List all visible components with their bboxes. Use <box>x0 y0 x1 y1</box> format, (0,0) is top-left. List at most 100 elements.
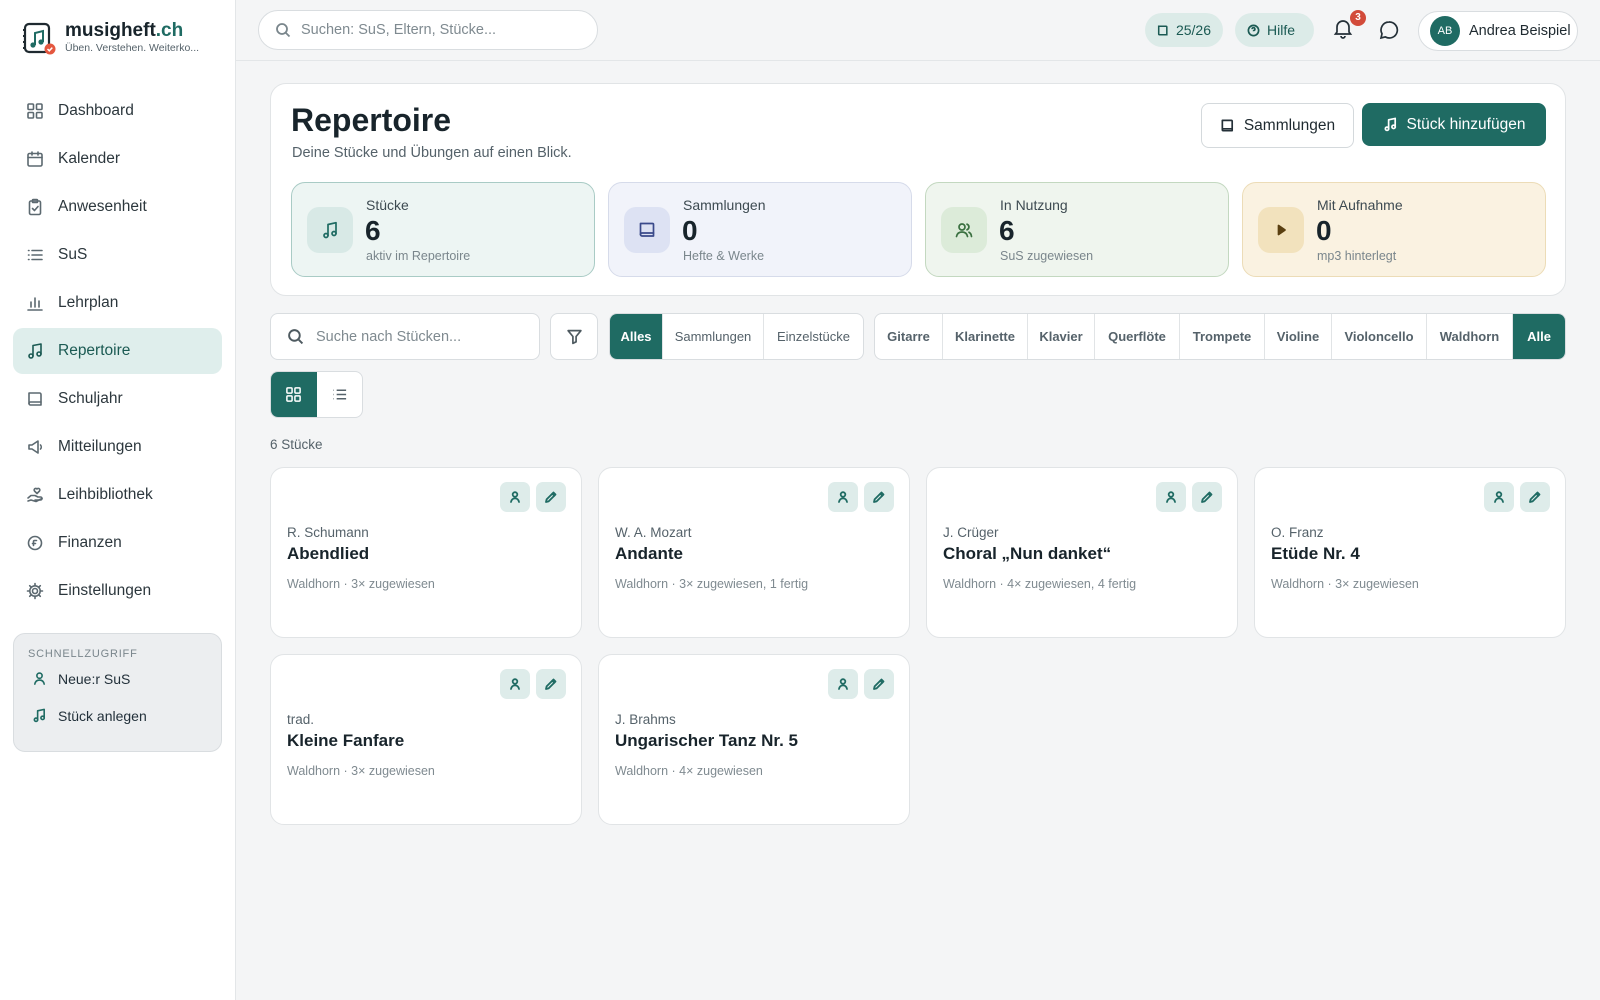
piece-title: Ungarischer Tanz Nr. 5 <box>615 731 798 750</box>
quick-access-panel: SCHNELLZUGRIFF Neue:r SuS Stück anlegen <box>13 633 222 752</box>
edit-piece-button[interactable] <box>536 669 566 699</box>
play-icon <box>1277 224 1286 236</box>
global-search-input[interactable] <box>301 22 571 38</box>
piece-composer: W. A. Mozart <box>615 525 692 540</box>
piece-card[interactable]: W. A. Mozart Andante Waldhorn · 3× zugew… <box>598 467 910 638</box>
edit-piece-button[interactable] <box>864 482 894 512</box>
piece-search[interactable] <box>270 313 540 360</box>
sidebar-item-leihbibliothek[interactable]: Leihbibliothek <box>13 472 222 518</box>
edit-piece-button[interactable] <box>1192 482 1222 512</box>
instrument-option-querfloete[interactable]: Querflöte <box>1095 314 1180 359</box>
hand-heart-icon <box>27 487 43 503</box>
instrument-option-alle[interactable]: Alle <box>1513 314 1565 359</box>
piece-count: 6 Stücke <box>270 437 323 452</box>
quick-add-piece[interactable]: Stück anlegen <box>14 697 221 734</box>
assign-student-button[interactable] <box>1156 482 1186 512</box>
quick-item-label: Neue:r SuS <box>58 670 131 687</box>
music-note-icon <box>1384 117 1396 132</box>
filter-button[interactable] <box>550 313 598 360</box>
instrument-option-gitarre[interactable]: Gitarre <box>875 314 943 359</box>
piece-title: Kleine Fanfare <box>287 731 405 750</box>
messages-button[interactable] <box>1378 19 1400 46</box>
assign-student-button[interactable] <box>500 669 530 699</box>
instrument-option-trompete[interactable]: Trompete <box>1180 314 1265 359</box>
edit-piece-button[interactable] <box>1520 482 1550 512</box>
user-menu[interactable]: AB Andrea Beispiel <box>1418 11 1578 51</box>
grid-icon <box>286 387 302 402</box>
piece-title: Etüde Nr. 4 <box>1271 544 1360 563</box>
sidebar-item-mitteilungen[interactable]: Mitteilungen <box>13 424 222 470</box>
stat-subtext: mp3 hinterlegt <box>1317 249 1397 263</box>
calendar-icon <box>27 151 43 167</box>
sidebar-item-kalender[interactable]: Kalender <box>13 136 222 182</box>
bar-chart-icon <box>27 297 43 311</box>
brand[interactable]: musigheft.ch Üben. Verstehen. Weiterko..… <box>22 20 210 55</box>
instrument-option-violine[interactable]: Violine <box>1265 314 1332 359</box>
music-note-icon <box>33 708 46 723</box>
piece-card[interactable]: O. Franz Etüde Nr. 4 Waldhorn · 3× zugew… <box>1254 467 1566 638</box>
edit-piece-button[interactable] <box>864 669 894 699</box>
user-icon <box>1494 491 1504 503</box>
instrument-option-klavier[interactable]: Klavier <box>1028 314 1095 359</box>
instrument-option-klarinette[interactable]: Klarinette <box>943 314 1028 359</box>
pencil-icon <box>1201 491 1213 503</box>
global-search[interactable] <box>258 10 598 50</box>
sidebar-item-sus[interactable]: SuS <box>13 232 222 278</box>
piece-card[interactable]: J. Brahms Ungarischer Tanz Nr. 5 Waldhor… <box>598 654 910 825</box>
book-icon <box>1157 24 1168 36</box>
edit-piece-button[interactable] <box>536 482 566 512</box>
chat-bubble-icon <box>1379 21 1399 40</box>
instrument-option-waldhorn[interactable]: Waldhorn <box>1427 314 1513 359</box>
assign-student-button[interactable] <box>828 669 858 699</box>
piece-meta: Waldhorn · 3× zugewiesen <box>287 577 435 591</box>
sidebar-item-lehrplan[interactable]: Lehrplan <box>13 280 222 326</box>
coin-icon <box>27 535 43 551</box>
type-option-sammlungen[interactable]: Sammlungen <box>663 314 764 359</box>
stat-card-collections: Sammlungen 0 Hefte & Werke <box>608 182 912 277</box>
quick-access-title: SCHNELLZUGRIFF <box>28 648 138 660</box>
brand-logo-icon <box>22 21 56 55</box>
help-label: Hilfe <box>1267 22 1296 38</box>
piece-title: Abendlied <box>287 544 370 563</box>
sidebar-item-finanzen[interactable]: Finanzen <box>13 520 222 566</box>
piece-card[interactable]: trad. Kleine Fanfare Waldhorn · 3× zugew… <box>270 654 582 825</box>
piece-composer: O. Franz <box>1271 525 1324 540</box>
stat-value: 0 <box>682 215 698 246</box>
type-option-alles[interactable]: Alles <box>610 314 663 359</box>
school-year-badge[interactable]: 25/26 <box>1145 13 1223 47</box>
music-note-icon <box>28 343 42 359</box>
assign-student-button[interactable] <box>828 482 858 512</box>
sidebar-item-repertoire[interactable]: Repertoire <box>13 328 222 374</box>
user-icon <box>510 678 520 690</box>
sidebar-item-einstellungen[interactable]: Einstellungen <box>13 568 222 614</box>
assign-student-button[interactable] <box>500 482 530 512</box>
piece-card[interactable]: R. Schumann Abendlied Waldhorn · 3× zuge… <box>270 467 582 638</box>
grid-view-button[interactable] <box>271 372 317 417</box>
piece-meta: Waldhorn · 3× zugewiesen <box>287 764 435 778</box>
sidebar-item-label: Anwesenheit <box>58 198 147 215</box>
collections-button-label: Sammlungen <box>1243 116 1336 134</box>
sidebar-item-dashboard[interactable]: Dashboard <box>13 88 222 134</box>
sidebar-item-label: Mitteilungen <box>58 438 142 455</box>
quick-new-student[interactable]: Neue:r SuS <box>14 660 221 697</box>
quick-item-label: Stück anlegen <box>58 707 147 724</box>
piece-search-input[interactable] <box>316 328 516 345</box>
gear-icon <box>26 582 44 600</box>
list-view-button[interactable] <box>317 372 363 417</box>
search-icon <box>276 23 291 38</box>
music-note-icon <box>323 221 337 239</box>
collections-button[interactable]: Sammlungen <box>1201 103 1354 148</box>
instrument-option-violoncello[interactable]: Violoncello <box>1332 314 1427 359</box>
sidebar-item-anwesenheit[interactable]: Anwesenheit <box>13 184 222 230</box>
help-button[interactable]: Hilfe <box>1235 13 1314 47</box>
grid-icon <box>27 103 43 119</box>
sidebar-item-schuljahr[interactable]: Schuljahr <box>13 376 222 422</box>
type-option-einzelstuecke[interactable]: Einzelstücke <box>764 314 863 359</box>
type-filter-segment: Alles Sammlungen Einzelstücke <box>609 313 864 360</box>
stat-card-in-use: In Nutzung 6 SuS zugewiesen <box>925 182 1229 277</box>
list-icon <box>27 249 43 261</box>
add-piece-button[interactable]: Stück hinzufügen <box>1362 103 1546 146</box>
assign-student-button[interactable] <box>1484 482 1514 512</box>
piece-card[interactable]: J. Crüger Choral „Nun danket“ Waldhorn ·… <box>926 467 1238 638</box>
sidebar-item-label: Schuljahr <box>58 390 123 407</box>
